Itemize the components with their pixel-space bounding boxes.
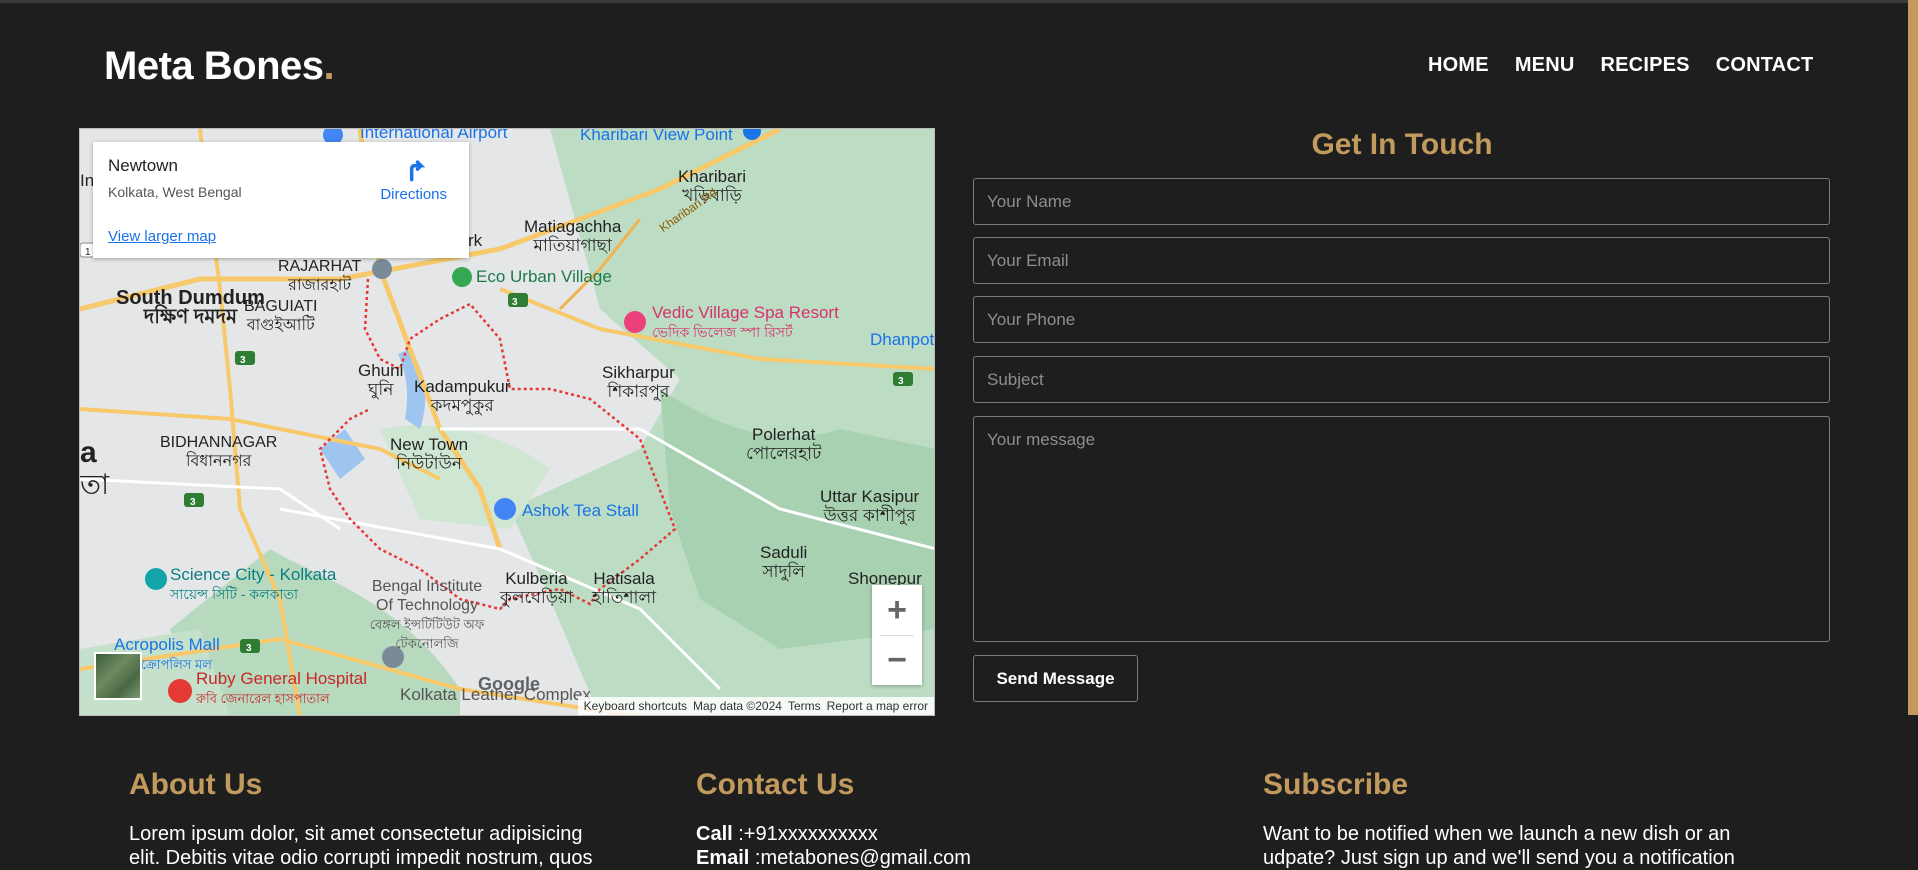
- contact-email-row: Email :metabones@gmail.com: [696, 846, 1186, 870]
- footer-about: About Us Lorem ipsum dolor, sit amet con…: [129, 768, 619, 870]
- subject-input[interactable]: [973, 356, 1830, 403]
- directions-icon: [409, 160, 425, 182]
- map-label-matiagachha: Matiagachha মাতিয়াগাছা: [524, 217, 622, 255]
- report-map-error-link[interactable]: Report a map error: [827, 699, 928, 713]
- about-heading: About Us: [129, 768, 263, 801]
- main-nav: HOME MENU RECIPES CONTACT: [1428, 54, 1813, 77]
- nav-recipes[interactable]: RECIPES: [1601, 54, 1690, 77]
- nav-menu[interactable]: MENU: [1515, 54, 1575, 77]
- name-input[interactable]: [973, 178, 1830, 225]
- form-heading: Get In Touch: [1311, 128, 1493, 161]
- map-label-vedic-village: Vedic Village Spa Resort ভেদিক ভিলেজ স্পা…: [652, 303, 839, 340]
- map-embed[interactable]: International Airport Kharibari View Poi…: [79, 128, 935, 716]
- map-label-edge-bn: তা: [80, 469, 110, 500]
- map-label-saduli: Saduli সাদুলি: [760, 543, 808, 581]
- directions-button[interactable]: Directions: [380, 154, 447, 203]
- send-message-button[interactable]: Send Message: [973, 655, 1138, 702]
- map-place-title: Newtown: [108, 156, 178, 175]
- nav-contact[interactable]: CONTACT: [1716, 54, 1814, 77]
- brand-logo[interactable]: Meta Bones.: [104, 44, 335, 89]
- map-label-kadampukur: Kadampukur কদমপুকুর: [414, 377, 511, 415]
- map-label-ghuni: Ghuni ঘুনি: [358, 361, 404, 399]
- top-border: [0, 0, 1918, 3]
- map-label-eco-urban-village: Eco Urban Village: [476, 267, 612, 286]
- map-label-edge-rk: rk: [468, 231, 483, 250]
- directions-label: Directions: [380, 186, 447, 203]
- map-place-subtitle: Kolkata, West Bengal: [108, 184, 242, 200]
- map-label-baguiati: BAGUIATI বাগুইআটি: [244, 298, 318, 334]
- map-label-kharibari-view-point: Kharibari View Point: [580, 128, 733, 144]
- map-label-science-city: Science City - Kolkata সায়েন্স সিটি - কল…: [170, 565, 337, 602]
- about-text: Lorem ipsum dolor, sit amet consectetur …: [129, 823, 593, 869]
- google-logo: Google: [478, 674, 540, 694]
- view-larger-map-link[interactable]: View larger map: [108, 228, 216, 245]
- footer-contact: Contact Us Call :+91xxxxxxxxxx Email :me…: [696, 768, 1186, 870]
- map-label-kulberia: Kulberia কুলবেড়িয়া: [500, 569, 573, 607]
- subscribe-heading: Subscribe: [1263, 768, 1409, 801]
- contact-call-row: Call :+91xxxxxxxxxx: [696, 822, 1186, 846]
- map-label-edge-a: a: [80, 436, 97, 469]
- highway-shield: 3: [240, 355, 246, 366]
- phone-input[interactable]: [973, 296, 1830, 343]
- terms-link[interactable]: Terms: [788, 699, 821, 713]
- highway-shield: 3: [246, 643, 252, 654]
- map-label-airport: International Airport: [360, 128, 508, 142]
- nav-home[interactable]: HOME: [1428, 54, 1489, 77]
- zoom-in-button[interactable]: +: [872, 585, 922, 635]
- email-label: Email: [696, 847, 750, 869]
- zoom-controls: + −: [872, 585, 922, 685]
- highway-shield: 1: [85, 247, 91, 258]
- highway-shield: 3: [898, 376, 904, 387]
- subscribe-text: Want to be notified when we launch a new…: [1263, 823, 1735, 869]
- map-attribution-bar: Keyboard shortcuts Map data ©2024 Terms …: [577, 697, 934, 715]
- email-value: :metabones@gmail.com: [754, 847, 971, 869]
- map-label-bengal-institute: Bengal Institute Of Technology বেঙ্গল ইন্…: [369, 578, 485, 651]
- map-label-ruby-hospital: Ruby General Hospital রুবি জেনারেল হাসপাত…: [196, 669, 368, 706]
- map-label-ashok-tea-stall: Ashok Tea Stall: [522, 501, 639, 520]
- zoom-divider: [880, 635, 914, 636]
- footer-subscribe: Subscribe Want to be notified when we la…: [1263, 768, 1753, 870]
- map-label-uttar-kasipur: Uttar Kasipur উত্তর কাশীপুর: [820, 487, 920, 525]
- map-label-rajarhat: RAJARHAT রাজারহাট: [278, 258, 362, 294]
- map-label-sikharpur: Sikharpur শিকারপুর: [602, 363, 675, 401]
- highway-shield: 3: [190, 497, 196, 508]
- call-value: :+91xxxxxxxxxx: [738, 823, 878, 845]
- map-label-south-dumdum: South Dumdum দক্ষিণ দমদম: [116, 287, 265, 328]
- scroll-accent-bar: [1908, 0, 1918, 715]
- map-label-bidhannagar: BIDHANNAGAR বিধাননগর: [160, 434, 278, 470]
- map-data-label: Map data ©2024: [693, 699, 782, 713]
- map-info-card: Newtown Kolkata, West Bengal View larger…: [93, 142, 469, 258]
- email-input[interactable]: [973, 237, 1830, 284]
- keyboard-shortcuts-link[interactable]: Keyboard shortcuts: [584, 699, 687, 713]
- message-textarea[interactable]: [973, 416, 1830, 642]
- map-label-hatisala: Hatisala হাতিশালা: [592, 569, 657, 607]
- contact-heading: Contact Us: [696, 768, 855, 801]
- zoom-out-button[interactable]: −: [872, 635, 922, 685]
- map-label-new-town: New Town নিউটাউন: [390, 435, 469, 473]
- map-label-polerhat: Polerhat পোলেরহাট: [746, 425, 822, 463]
- satellite-toggle-button[interactable]: [94, 652, 142, 700]
- call-label: Call: [696, 823, 733, 845]
- highway-shield: 3: [512, 297, 518, 308]
- map-label-dhanpota: Dhanpota: [870, 330, 935, 349]
